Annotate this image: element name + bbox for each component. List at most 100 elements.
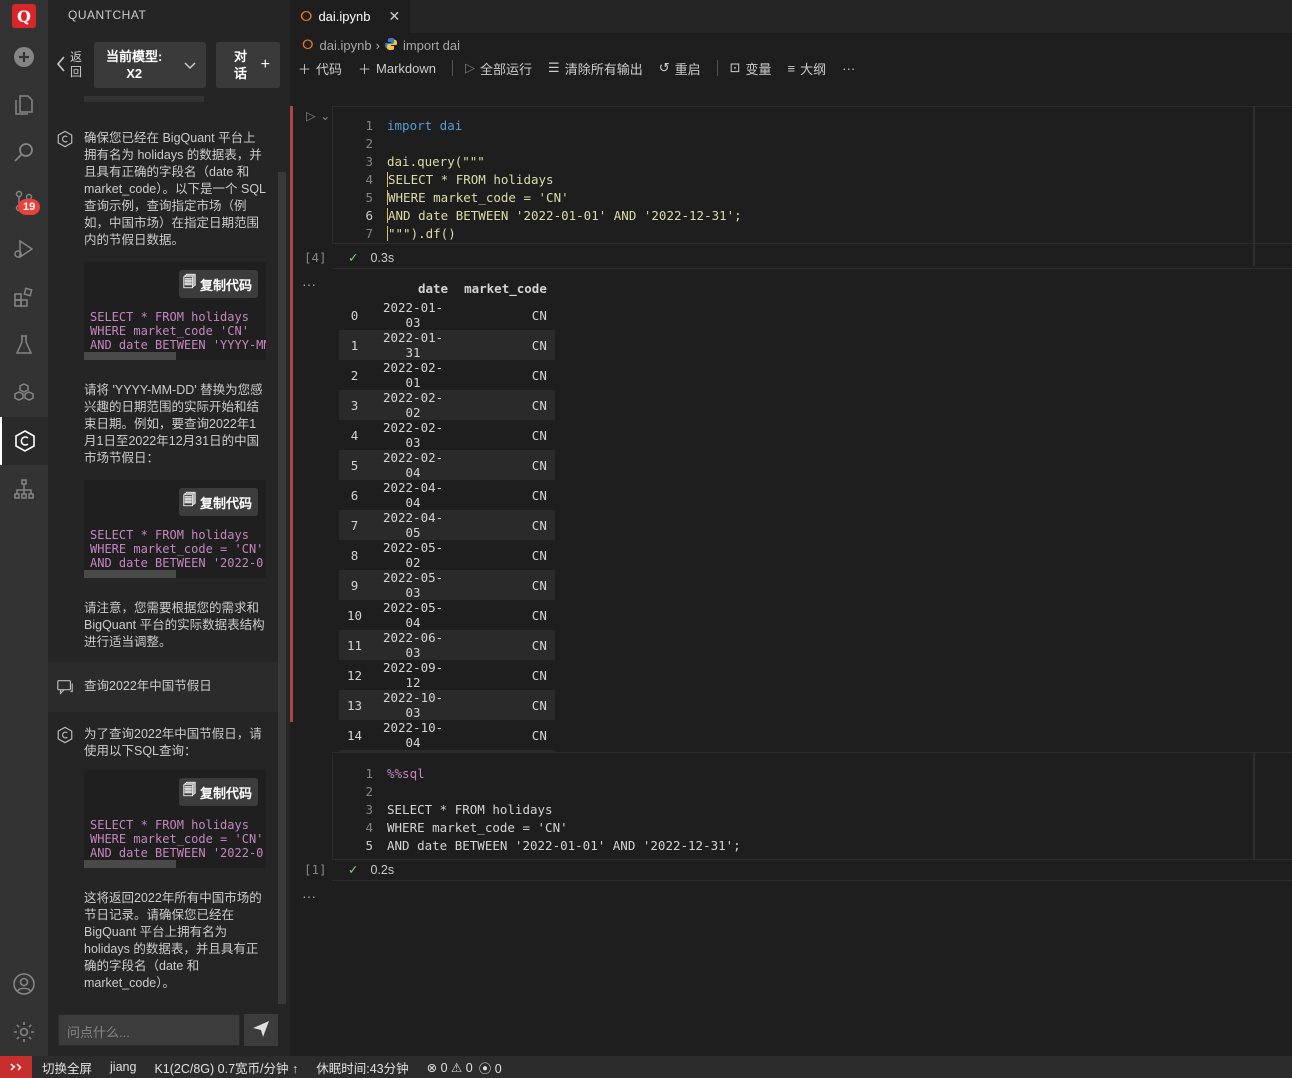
- toolbar-divider: [716, 60, 718, 76]
- source-control-badge: 19: [18, 199, 41, 215]
- code-cell-editor[interactable]: 12345 %%sql SELECT * FROM holidays WHERE…: [332, 752, 1292, 860]
- row-index: 6: [339, 480, 371, 510]
- add-circle-icon[interactable]: [0, 33, 48, 81]
- cell-date: 2022-02-04: [370, 450, 457, 480]
- extensions-icon[interactable]: [0, 273, 48, 321]
- user-message: 查询2022年中国节假日: [48, 662, 280, 712]
- clear-outputs-button[interactable]: ☰ 清除所有输出: [548, 59, 643, 78]
- more-actions-icon[interactable]: ···: [842, 61, 855, 76]
- breadcrumb: ⵔ dai.ipynb › import dai: [302, 36, 460, 54]
- account-icon[interactable]: [0, 960, 48, 1008]
- message-text: 请注意，您需要根据您的需求和 BigQuant 平台的实际数据表结构进行适当调整…: [84, 601, 265, 649]
- code-line: AND date BETWEEN '2022-01-01' AND '2022-…: [387, 208, 742, 223]
- app-logo[interactable]: Q: [12, 4, 36, 28]
- remote-icon[interactable]: [0, 1056, 32, 1078]
- chevron-down-icon[interactable]: ⌄: [320, 108, 330, 123]
- tab-label: dai.ipynb: [318, 9, 371, 24]
- run-all-icon: ▷: [465, 60, 476, 75]
- table-row: 5 2022-02-04 CN: [339, 450, 555, 480]
- breadcrumb-symbol[interactable]: import dai: [403, 38, 460, 53]
- add-markdown-button[interactable]: ＋ Markdown: [358, 59, 436, 78]
- output-divider: [332, 268, 1292, 269]
- cell-date: 2022-10-04: [370, 720, 457, 750]
- run-all-label: 全部运行: [480, 61, 533, 77]
- cubes-icon[interactable]: [0, 369, 48, 417]
- ask-input[interactable]: 问点什么...: [58, 1014, 240, 1046]
- row-index: 14: [339, 720, 371, 750]
- code-line: SELECT * FROM holidays: [90, 310, 249, 324]
- add-code-button[interactable]: ＋代码: [298, 59, 342, 78]
- problems-indicator[interactable]: ⊗ 0 ⚠ 0: [427, 1060, 473, 1075]
- chat-history[interactable]: 确保您已经在 BigQuant 平台上拥有名为 holidays 的数据表，并且…: [48, 96, 280, 1004]
- cell-date: 2022-06-03: [370, 630, 457, 660]
- table-row: 7 2022-04-05 CN: [339, 510, 555, 540]
- run-debug-icon[interactable]: [0, 225, 48, 273]
- send-button[interactable]: [244, 1014, 278, 1046]
- cell-market-code: CN: [456, 720, 555, 750]
- table-row: 6 2022-04-04 CN: [339, 480, 555, 510]
- close-icon[interactable]: ✕: [388, 8, 400, 25]
- code-scrollbar[interactable]: [84, 860, 176, 868]
- user-name[interactable]: jiang: [110, 1060, 136, 1074]
- tab-dai-ipynb[interactable]: ⵔ dai.ipynb ✕: [290, 0, 410, 33]
- row-index: 11: [339, 630, 371, 660]
- message-text: 请将 'YYYY-MM-DD' 替换为您感兴趣的日期范围的实际开始和结束日期。例…: [84, 383, 263, 465]
- variables-icon: ⊡: [729, 60, 741, 75]
- cell-date: 2022-01-03: [370, 300, 457, 330]
- code-line: WHERE market_code = 'CN': [90, 542, 264, 556]
- send-icon: [252, 1020, 270, 1041]
- search-icon[interactable]: [0, 129, 48, 177]
- breadcrumb-file[interactable]: dai.ipynb: [320, 38, 372, 53]
- source-control-icon[interactable]: 19: [0, 177, 48, 225]
- model-select-button[interactable]: 当前模型: X2: [94, 42, 206, 88]
- copy-code-label: 复制代码: [199, 277, 252, 293]
- table-row: 8 2022-05-02 CN: [339, 540, 555, 570]
- cell-source[interactable]: %%sql SELECT * FROM holidays WHERE marke…: [387, 765, 741, 855]
- copy-code-button[interactable]: 🗐 复制代码: [178, 778, 258, 806]
- outline-button[interactable]: ≡ 大纲: [788, 59, 827, 78]
- fullscreen-toggle[interactable]: 切换全屏: [42, 1058, 92, 1077]
- run-all-button[interactable]: ▷ 全部运行: [465, 59, 532, 78]
- code-line: AND date BETWEEN 'YYYY-MM: [90, 338, 266, 352]
- assistant-message: 请注意，您需要根据您的需求和 BigQuant 平台的实际数据表结构进行适当调整…: [48, 600, 280, 656]
- table-row: 3 2022-02-02 CN: [339, 390, 555, 420]
- flask-icon[interactable]: [0, 321, 48, 369]
- code-scrollbar[interactable]: [84, 96, 204, 102]
- restart-icon: ↺: [658, 60, 670, 75]
- code-scrollbar[interactable]: [84, 352, 176, 360]
- back-button[interactable]: 返回: [56, 42, 86, 88]
- code-scrollbar[interactable]: [84, 570, 176, 578]
- new-chat-button[interactable]: 对话 +: [216, 42, 280, 88]
- row-index: 5: [339, 450, 371, 480]
- sleep-timer[interactable]: 休眠时间:43分钟: [316, 1058, 408, 1077]
- table-row: 0 2022-01-03 CN: [339, 300, 555, 330]
- code-cell-editor[interactable]: 1234567 import dai dai.query(""" SELECT …: [332, 106, 1292, 244]
- message-text: 确保您已经在 BigQuant 平台上拥有名为 holidays 的数据表，并且…: [84, 131, 266, 247]
- cell-source[interactable]: import dai dai.query(""" SELECT * FROM h…: [387, 117, 742, 243]
- table-row: 9 2022-05-03 CN: [339, 570, 555, 600]
- outline-icon: ≡: [787, 60, 796, 76]
- row-index: 13: [339, 690, 371, 720]
- machine-info[interactable]: K1(2C/8G) 0.7宽币/分钟 ↑: [154, 1058, 298, 1077]
- message-text: 这将返回2022年所有中国市场的节日记录。请确保您已经在 BigQuant 平台…: [84, 891, 262, 990]
- row-index: 1: [339, 330, 371, 360]
- copy-code-button[interactable]: 🗐 复制代码: [178, 270, 258, 298]
- check-icon: ✓: [348, 863, 359, 877]
- variables-button[interactable]: ⊡ 变量: [730, 59, 772, 78]
- quantchat-icon[interactable]: [0, 417, 48, 465]
- chevron-left-icon: [56, 55, 66, 76]
- model-label: 当前模型: X2: [106, 49, 163, 81]
- output-menu-icon[interactable]: ···: [302, 276, 316, 292]
- explorer-icon[interactable]: [0, 81, 48, 129]
- chat-scrollbar[interactable]: [278, 172, 286, 1004]
- copy-code-button[interactable]: 🗐 复制代码: [178, 488, 258, 516]
- chevron-right-icon: ›: [375, 37, 380, 53]
- gear-icon[interactable]: [0, 1008, 48, 1056]
- ports-count: 0: [494, 1061, 502, 1076]
- ports-indicator[interactable]: ⦿ 0: [479, 1058, 502, 1077]
- hierarchy-icon[interactable]: [0, 465, 48, 513]
- output-divider: [332, 880, 1292, 881]
- output-menu-icon[interactable]: ···: [302, 888, 316, 904]
- restart-button[interactable]: ↺ 重启: [659, 59, 701, 78]
- run-cell-icon[interactable]: ▷: [306, 108, 316, 123]
